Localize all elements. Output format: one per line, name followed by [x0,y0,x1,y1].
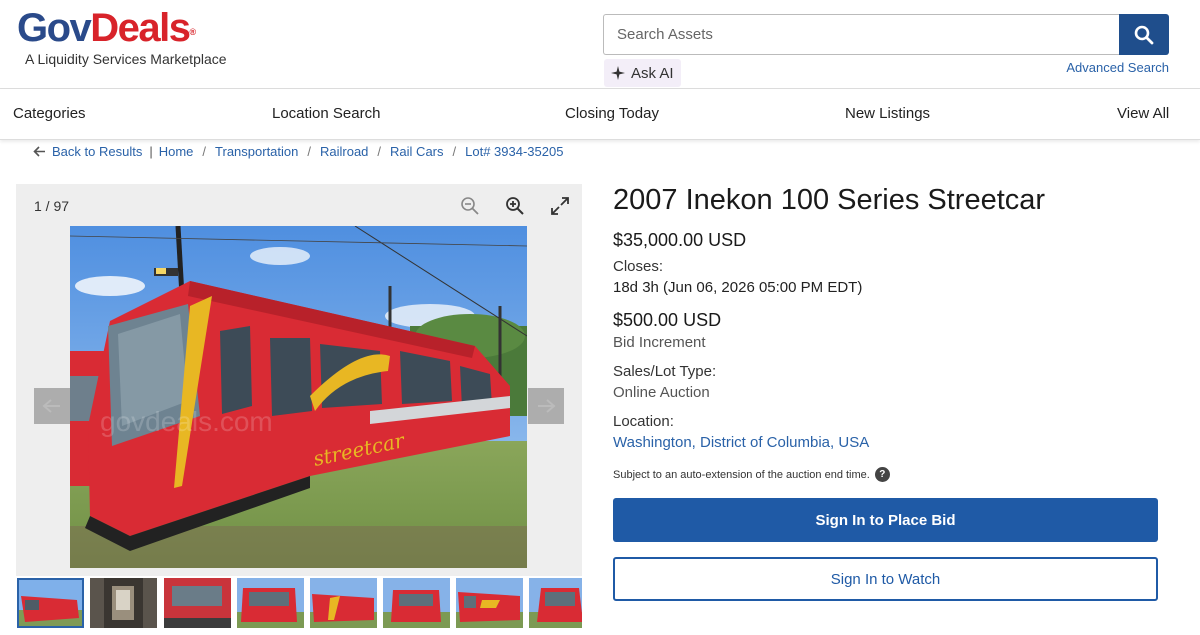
breadcrumb-separator: / [377,144,382,159]
closes-label: Closes: [613,258,664,275]
closes-value: 18d 3h (Jun 06, 2026 05:00 PM EDT) [613,279,863,296]
current-price: $35,000.00 USD [613,230,747,250]
nav-location-search[interactable]: Location Search [272,105,380,122]
nav-view-all[interactable]: View All [1117,105,1169,122]
breadcrumb-divider: | [149,144,153,159]
breadcrumb-separator: / [307,144,311,159]
arrow-left-icon [33,146,45,157]
breadcrumb-lot[interactable]: Lot# 3934-35205 [465,144,563,159]
breadcrumb: Back to Results | Home / Transportation … [33,144,563,159]
next-image-button[interactable] [528,388,564,424]
fullscreen-button[interactable] [548,194,572,218]
thumbnail[interactable] [90,578,157,628]
zoom-out-icon [461,197,479,215]
main-nav: Categories Location Search Closing Today… [0,89,1200,140]
back-to-results-link[interactable]: Back to Results [33,144,142,159]
search-button[interactable] [1119,14,1169,55]
breadcrumb-transportation[interactable]: Transportation [215,144,298,159]
sign-in-to-bid-button[interactable]: Sign In to Place Bid [613,498,1158,542]
search-bar [603,14,1169,55]
arrow-right-icon [538,399,556,413]
breadcrumb-home[interactable]: Home [159,144,194,159]
auto-extension-note: Subject to an auto-extension of the auct… [613,467,890,482]
location-link[interactable]: Washington, District of Columbia, USA [613,434,869,451]
breadcrumb-railroad[interactable]: Railroad [320,144,368,159]
location-label: Location: [613,413,674,430]
prev-image-button[interactable] [34,388,70,424]
nav-new-listings[interactable]: New Listings [845,105,930,122]
thumbnail[interactable] [383,578,450,628]
sales-type-value: Online Auction [613,384,710,401]
search-icon [1134,25,1154,44]
streetcar-photo: streetcar govdeals.com [70,226,527,568]
thumbnail[interactable] [456,578,523,628]
image-counter: 1 / 97 [34,198,70,214]
ask-ai-label: Ask AI [631,64,674,82]
thumbnail[interactable] [529,578,582,628]
logo-tagline: A Liquidity Services Marketplace [25,51,227,67]
thumbnail[interactable] [310,578,377,628]
advanced-search-link[interactable]: Advanced Search [1066,60,1169,75]
search-input[interactable] [603,14,1120,55]
sign-in-to-watch-button[interactable]: Sign In to Watch [613,557,1158,601]
site-header: GovDeals® A Liquidity Services Marketpla… [0,0,1200,89]
thumbnail[interactable] [17,578,84,628]
thumbnail[interactable] [164,578,231,628]
nav-categories[interactable]: Categories [13,105,86,122]
arrow-left-icon [42,399,60,413]
bid-increment-value: $500.00 USD [613,310,722,330]
back-to-results-label: Back to Results [52,144,143,159]
govdeals-logo[interactable]: GovDeals® A Liquidity Services Marketpla… [17,8,227,67]
breadcrumb-separator: / [202,144,207,159]
logo-gov-text: Gov [17,6,92,50]
listing-title: 2007 Inekon 100 Series Streetcar [613,184,1046,216]
thumbnail-strip [16,577,582,629]
help-icon[interactable]: ? [874,467,890,482]
fullscreen-icon [551,197,569,215]
breadcrumb-rail-cars[interactable]: Rail Cars [390,144,443,159]
auto-extension-text: Subject to an auto-extension of the auct… [613,468,870,481]
logo-deals-text: Deals [90,6,191,50]
registered-mark: ® [189,27,197,37]
zoom-out-button[interactable] [458,194,482,218]
breadcrumb-separator: / [452,144,457,159]
nav-closing-today[interactable]: Closing Today [565,105,659,122]
thumbnail[interactable] [237,578,304,628]
zoom-in-button[interactable] [503,194,527,218]
ask-ai-button[interactable]: Ask AI [604,59,681,87]
image-gallery: 1 / 97 streetcar govdeals.com [16,184,582,576]
sparkle-icon [611,66,625,80]
zoom-in-icon [506,197,524,215]
photo-watermark: govdeals.com [100,406,273,437]
bid-increment-label: Bid Increment [613,334,706,351]
main-photo[interactable]: streetcar govdeals.com [70,226,527,568]
sales-type-label: Sales/Lot Type: [613,363,717,380]
